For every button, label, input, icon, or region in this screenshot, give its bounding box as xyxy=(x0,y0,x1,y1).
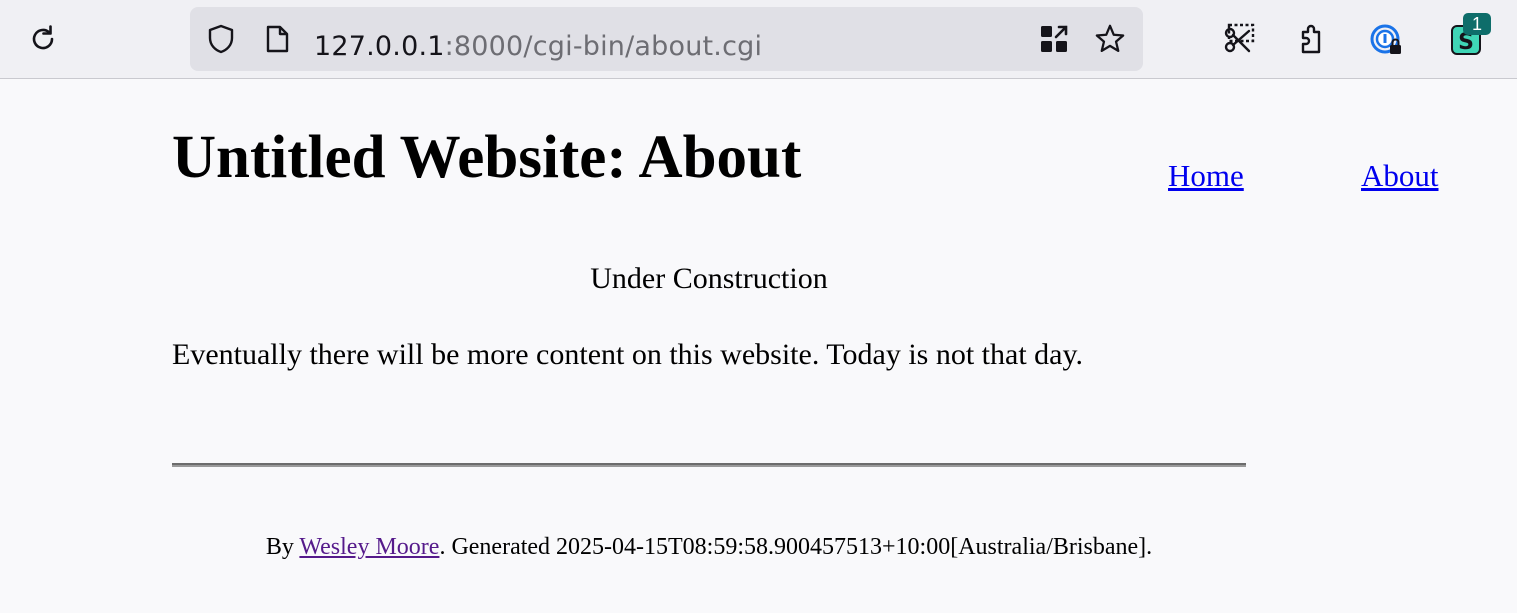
reload-icon xyxy=(27,23,59,55)
horizontal-rule xyxy=(172,463,1246,467)
page-title: Untitled Website: About xyxy=(172,124,802,191)
url-path: :8000/cgi-bin/about.cgi xyxy=(444,31,763,62)
under-construction-notice: Under Construction xyxy=(590,262,828,295)
extensions-icon xyxy=(1295,22,1329,56)
address-bar[interactable]: 127.0.0.1:8000/cgi-bin/about.cgi xyxy=(190,7,1143,71)
screenshot-icon xyxy=(1221,21,1257,57)
extensions-button[interactable] xyxy=(1290,17,1334,61)
url-host: 127.0.0.1 xyxy=(314,31,445,62)
url-text[interactable]: 127.0.0.1:8000/cgi-bin/about.cgi xyxy=(314,27,762,67)
extension-badge: 1 xyxy=(1463,13,1491,35)
star-icon[interactable] xyxy=(1094,23,1126,55)
footer: By Wesley Moore. Generated 2025-04-15T08… xyxy=(0,530,1418,564)
footer-generated: . Generated 2025-04-15T08:59:58.90045751… xyxy=(439,534,1153,560)
nav-link-home[interactable]: Home xyxy=(1168,156,1244,196)
nav-link-about[interactable]: About xyxy=(1361,156,1439,196)
body-paragraph: Eventually there will be more content on… xyxy=(172,338,1084,371)
shield-icon[interactable] xyxy=(205,23,237,55)
page-content: Untitled Website: About Home About Under… xyxy=(0,80,1517,613)
reload-button[interactable] xyxy=(21,17,65,61)
password-manager-button[interactable] xyxy=(1364,17,1408,61)
footer-prefix: By xyxy=(265,534,300,560)
qr-code-icon[interactable] xyxy=(1038,23,1070,55)
browser-toolbar: 127.0.0.1:8000/cgi-bin/about.cgi S 1 xyxy=(0,0,1517,79)
author-link[interactable]: Wesley Moore xyxy=(299,534,439,560)
page-icon[interactable] xyxy=(261,23,293,55)
password-manager-icon xyxy=(1368,21,1404,57)
screenshot-button[interactable] xyxy=(1217,17,1261,61)
